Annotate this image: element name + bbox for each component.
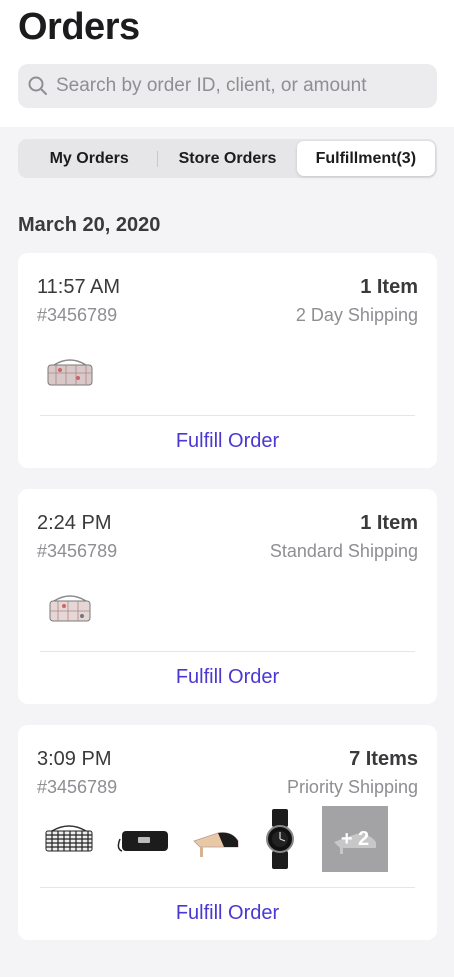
tab-fulfillment[interactable]: Fulfillment(3) — [296, 141, 435, 176]
order-tabs: My Orders Store Orders Fulfillment(3) — [18, 139, 437, 178]
fulfill-order-button[interactable]: Fulfill Order — [18, 666, 437, 689]
section-date: March 20, 2020 — [18, 214, 161, 236]
search-input[interactable] — [56, 75, 426, 97]
fulfill-order-button[interactable]: Fulfill Order — [18, 430, 437, 453]
more-items-count: + 2 — [340, 827, 370, 850]
order-item-count: 1 Item — [360, 512, 418, 534]
item-thumbnails — [40, 343, 114, 403]
tab-my-orders[interactable]: My Orders — [20, 141, 159, 176]
card-divider — [40, 651, 415, 652]
black-clutch-icon[interactable] — [112, 819, 174, 859]
fulfill-order-button[interactable]: Fulfill Order — [18, 902, 437, 925]
tab-store-orders[interactable]: Store Orders — [158, 141, 296, 176]
shipping-method: Priority Shipping — [286, 777, 418, 797]
order-card[interactable]: 11:57 AM 1 Item #3456789 2 Day Shipping … — [18, 253, 437, 468]
shipping-method: Standard Shipping — [269, 541, 418, 561]
order-card[interactable]: 2:24 PM 1 Item #3456789 Standard Shippin… — [18, 489, 437, 704]
mule-shoe-icon[interactable] — [188, 819, 246, 859]
order-time: 11:57 AM — [37, 276, 121, 298]
order-id: #3456789 — [37, 541, 118, 561]
order-card[interactable]: 3:09 PM 7 Items #3456789 Priority Shippi… — [18, 725, 437, 940]
header-area: Orders — [0, 0, 454, 127]
order-item-count: 7 Items — [349, 748, 418, 770]
quilted-flap-bag-icon[interactable] — [40, 589, 100, 629]
order-id: #3456789 — [37, 777, 118, 797]
tweed-bag-icon[interactable] — [40, 819, 98, 859]
shipping-method: 2 Day Shipping — [295, 305, 418, 325]
card-divider — [40, 887, 415, 888]
watch-icon[interactable] — [260, 809, 300, 869]
quilted-flap-bag-icon[interactable] — [40, 353, 100, 393]
page-title: Orders — [18, 6, 140, 48]
order-id: #3456789 — [37, 305, 118, 325]
more-items-tile[interactable]: + 2 — [322, 806, 388, 872]
item-thumbnails — [40, 579, 114, 639]
search-icon — [28, 76, 47, 95]
order-time: 2:24 PM — [37, 512, 112, 534]
search-bar[interactable] — [18, 64, 437, 108]
order-item-count: 1 Item — [360, 276, 418, 298]
item-thumbnails: + 2 — [40, 806, 388, 872]
order-time: 3:09 PM — [37, 748, 112, 770]
card-divider — [40, 415, 415, 416]
